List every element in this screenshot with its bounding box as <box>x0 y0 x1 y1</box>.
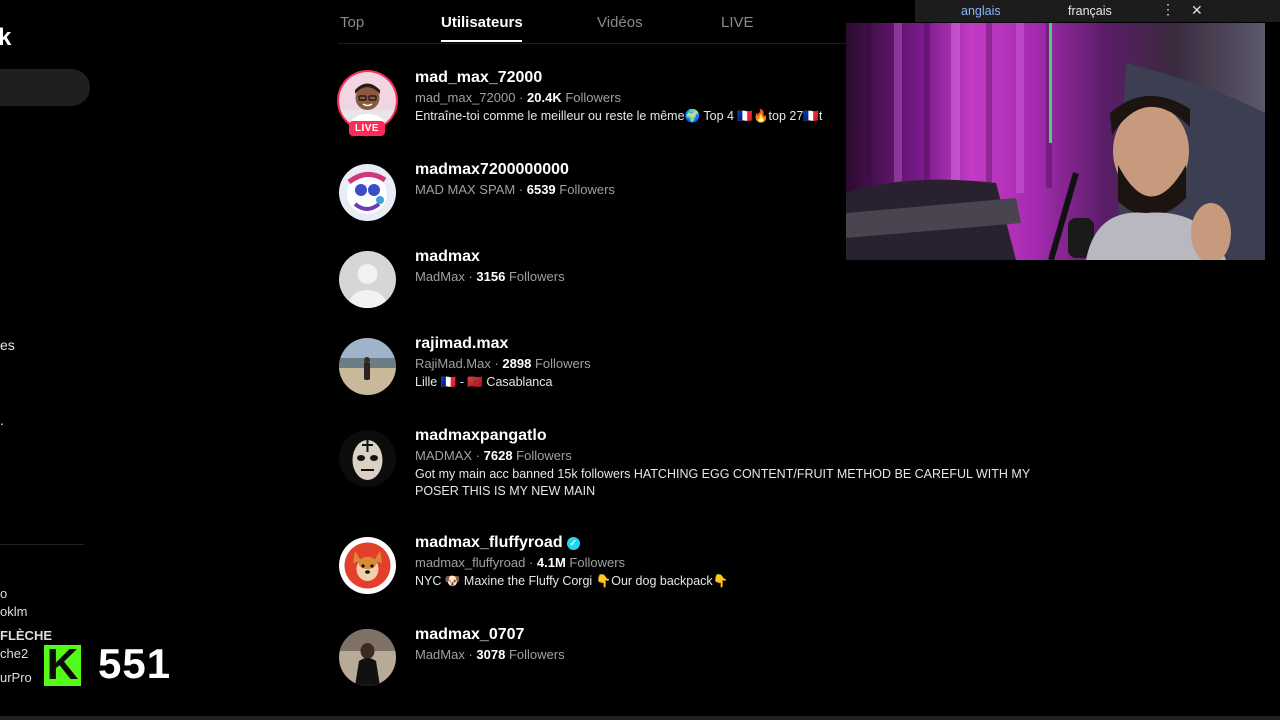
sidebar: k es . o oklm FLÈCHE che2 urPro K 551 <box>0 0 330 720</box>
username[interactable]: madmax_0707 <box>415 625 1035 645</box>
follower-count: 3156 <box>476 269 506 284</box>
avatar-default-icon[interactable] <box>339 251 396 308</box>
display-name: madmax_fluffyroad <box>415 555 526 570</box>
webcam-overlay <box>846 23 1265 260</box>
display-name: RajiMad.Max <box>415 356 491 371</box>
user-bio: Entraîne-toi comme le meilleur ou reste … <box>415 109 823 123</box>
follower-count: 4.1M <box>536 555 566 570</box>
followers-label: Followers <box>559 182 615 197</box>
followers-label: Followers <box>565 90 621 105</box>
chat-line: urPro <box>0 670 32 685</box>
close-icon[interactable]: ✕ <box>1191 2 1203 19</box>
verified-badge-icon: ✓ <box>566 537 580 550</box>
follower-count: 3078 <box>476 647 506 662</box>
chat-line: o <box>0 586 8 601</box>
avatar[interactable] <box>339 537 396 594</box>
user-bio: Lille 🇫🇷 - 🇲🇦 Casablanca <box>415 375 553 389</box>
chat-line: oklm <box>0 604 28 619</box>
display-name: MADMAX <box>415 448 473 463</box>
username[interactable]: madmax_fluffyroad <box>415 534 563 551</box>
sidebar-item-fragment[interactable]: es <box>0 337 15 353</box>
tab-users[interactable]: Utilisateurs <box>441 14 523 31</box>
follower-count: 20.4K <box>527 90 562 105</box>
tab-top[interactable]: Top <box>340 14 364 31</box>
chat-line: che2 <box>0 646 29 661</box>
username[interactable]: rajimad.max <box>415 334 1035 354</box>
search-input[interactable] <box>0 69 90 106</box>
followers-label: Followers <box>534 356 591 371</box>
avatar[interactable] <box>339 164 396 221</box>
viewer-count: 551 <box>98 640 172 687</box>
bottom-edge <box>0 716 1280 720</box>
user-meta: MadMax · 3156 Followers <box>415 269 565 284</box>
tab-videos[interactable]: Vidéos <box>597 14 643 31</box>
followers-label: Followers <box>516 448 572 463</box>
username-row[interactable]: madmax_fluffyroad ✓ <box>415 533 1035 553</box>
user-bio: Got my main acc banned 15k followers HAT… <box>415 467 1030 498</box>
display-name: mad_max_72000 <box>415 90 516 105</box>
display-name: MAD MAX SPAM <box>415 182 516 197</box>
search-tabs: Top Utilisateurs Vidéos LIVE <box>338 0 898 44</box>
avatar[interactable] <box>339 629 396 686</box>
user-meta: MadMax · 3078 Followers <box>415 647 565 662</box>
translate-target-language[interactable]: français <box>1068 4 1112 18</box>
tab-active-indicator <box>441 40 522 42</box>
translate-source-language[interactable]: anglais <box>961 4 1001 18</box>
user-meta: MADMAX · 7628 Followers <box>415 448 572 463</box>
more-options-icon[interactable]: ⋮ <box>1161 1 1175 18</box>
followers-label: Followers <box>569 555 626 570</box>
sidebar-item-fragment[interactable]: . <box>0 412 4 428</box>
username[interactable]: madmaxpangatlo <box>415 426 1035 446</box>
display-name: MadMax <box>415 647 465 662</box>
followers-label: Followers <box>508 647 565 662</box>
avatar[interactable] <box>339 430 396 487</box>
follower-count: 7628 <box>483 448 513 463</box>
follower-count: 2898 <box>502 356 532 371</box>
tab-live[interactable]: LIVE <box>721 14 754 31</box>
user-bio: NYC 🐶 Maxine the Fluffy Corgi 👇Our dog b… <box>415 574 729 588</box>
sidebar-divider <box>0 544 84 545</box>
avatar[interactable] <box>339 338 396 395</box>
user-meta: RajiMad.Max · 2898 Followers <box>415 356 591 371</box>
user-meta: madmax_fluffyroad · 4.1M Followers <box>415 555 626 570</box>
kick-logo-letter: K <box>46 640 79 689</box>
follower-count: 6539 <box>526 182 556 197</box>
live-badge: LIVE <box>349 121 385 136</box>
display-name: MadMax <box>415 269 465 284</box>
app-logo[interactable]: k <box>0 24 11 52</box>
followers-label: Followers <box>508 269 565 284</box>
